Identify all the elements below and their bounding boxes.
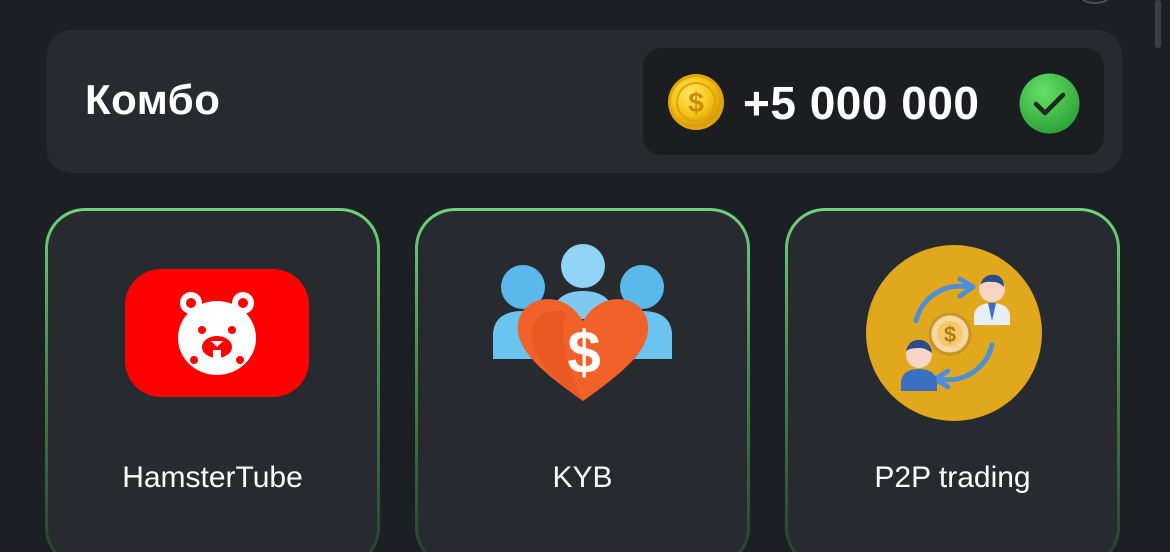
combo-card-hamstertube[interactable]: HamsterTube <box>45 208 380 552</box>
svg-text:$: $ <box>567 319 600 386</box>
svg-text:$: $ <box>688 87 704 118</box>
p2p-exchange-icon: $ <box>866 245 1042 421</box>
combo-card-p2p-trading[interactable]: $ P2P trading <box>785 208 1120 552</box>
dollar-coin-icon: $ <box>668 74 724 130</box>
checkmark-icon <box>1019 73 1080 134</box>
combo-title: Комбо <box>85 76 221 123</box>
svg-text:$: $ <box>944 322 956 347</box>
combo-reward-pill: $ +5 000 000 <box>643 48 1104 155</box>
card-label: HamsterTube <box>122 461 303 494</box>
daily-combo-card: Комбо $ +5 000 000 <box>47 30 1122 173</box>
card-label: P2P trading <box>874 461 1031 494</box>
profile-button-edge[interactable] <box>1075 0 1115 4</box>
card-label: KYB <box>552 461 613 494</box>
combo-screen: Комбо $ +5 000 000 HamsterTube $ KYB $ P… <box>0 0 1170 552</box>
combo-card-kyb[interactable]: $ KYB <box>415 208 750 552</box>
hamster-tube-icon <box>125 269 309 397</box>
scrollbar[interactable] <box>1155 0 1161 48</box>
kyb-people-heart-icon: $ <box>493 244 672 401</box>
combo-reward-amount: +5 000 000 <box>743 77 980 129</box>
